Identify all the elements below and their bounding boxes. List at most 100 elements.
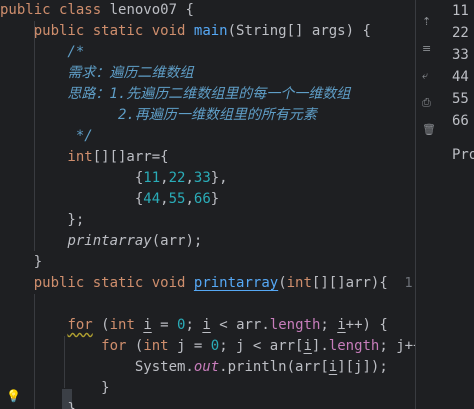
code-token: out: [193, 359, 220, 375]
code-token: ,: [185, 191, 194, 207]
code-token: ; j++) {: [379, 338, 415, 354]
code-token: 55: [168, 191, 186, 207]
code-token: 思路：1.先遍历二维数组里的每一个一维数组: [0, 86, 351, 102]
print-icon[interactable]: ⎙: [422, 97, 431, 109]
code-token: public: [0, 275, 93, 291]
code-line[interactable]: for (int j = 0; j < arr[i].length; j++) …: [0, 336, 415, 357]
code-token: [][]arr={: [92, 149, 169, 165]
code-token: };: [0, 212, 85, 228]
code-line[interactable]: /*: [0, 42, 84, 63]
code-token: 0: [210, 338, 220, 354]
code-line[interactable]: public class lenovo07 {: [0, 0, 194, 21]
lightbulb-icon[interactable]: 💡: [6, 389, 21, 403]
code-token: static: [92, 23, 152, 39]
code-token: i: [143, 317, 152, 333]
code-token: 11: [143, 170, 161, 186]
console-line: 66: [452, 113, 469, 129]
code-token: i: [202, 317, 211, 333]
code-token: ; j < arr[: [219, 338, 304, 354]
console-line: 33: [452, 47, 469, 63]
code-token: 2.再遍历一维数组里的所有元素: [0, 107, 317, 123]
code-token: 44: [143, 191, 161, 207]
wrap-icon[interactable]: ≡: [422, 43, 431, 55]
console-line: 11: [452, 3, 469, 19]
code-line[interactable]: for (int i = 0; i < arr.length; i++) {: [0, 315, 388, 336]
code-line[interactable]: {44,55,66}: [0, 189, 219, 210]
code-token: .println(arr[: [219, 359, 329, 375]
code-token: public: [0, 2, 60, 18]
code-token: length: [328, 338, 380, 354]
code-token: System.: [0, 359, 194, 375]
code-token: (: [92, 317, 110, 333]
code-token: },: [210, 170, 228, 186]
code-token: i: [328, 359, 338, 375]
code-token: < arr.: [210, 317, 270, 333]
run-console[interactable]: 11 22 33 44 55 66 Pro: [441, 0, 474, 409]
code-token: {: [0, 191, 144, 207]
code-token: =: [151, 317, 178, 333]
code-token: printarray: [193, 275, 279, 291]
console-line: Pro: [452, 147, 474, 163]
code-token: lenovo07 {: [109, 2, 194, 18]
code-token: ;: [320, 317, 338, 333]
code-line[interactable]: };: [0, 210, 84, 231]
console-line: 22: [452, 25, 469, 41]
soft-wrap-icon[interactable]: ⤶: [422, 70, 428, 82]
code-token: 需求：遍历二维数组: [0, 65, 194, 81]
usage-hint[interactable]: 1 usage: [405, 276, 415, 291]
trash-icon[interactable]: 🗑: [422, 124, 436, 136]
code-line[interactable]: }: [0, 252, 42, 273]
console-line: 55: [452, 91, 469, 107]
code-line[interactable]: System.out.println(arr[i][j]);: [0, 357, 388, 378]
code-token: (arr);: [151, 233, 203, 249]
code-token: for: [101, 338, 127, 354]
code-line[interactable]: 思路：1.先遍历二维数组里的每一个一维数组: [0, 84, 350, 105]
code-token: [][]arr){: [311, 275, 405, 291]
code-token: class: [59, 2, 110, 18]
code-token: ++) {: [345, 317, 388, 333]
code-line[interactable]: public static void printarray(int[][]arr…: [0, 273, 415, 294]
code-token: ][j]);: [337, 359, 388, 375]
code-line[interactable]: 需求：遍历二维数组: [0, 63, 193, 84]
code-token: ,: [185, 170, 194, 186]
code-line[interactable]: {11,22,33},: [0, 168, 228, 189]
code-token: /*: [0, 44, 85, 60]
code-token: int: [109, 317, 144, 333]
code-token: i: [337, 317, 346, 333]
code-token: i: [303, 338, 312, 354]
code-token: */: [0, 128, 93, 144]
code-line[interactable]: int[][]arr={: [0, 147, 169, 168]
code-token: j =: [177, 338, 211, 354]
code-token: }: [210, 191, 220, 207]
code-token: }: [0, 254, 43, 270]
code-token: {: [0, 170, 144, 186]
code-token: void: [151, 275, 194, 291]
code-line[interactable]: */: [0, 126, 93, 147]
code-token: ].: [311, 338, 329, 354]
scroll-up-icon[interactable]: ⇡: [422, 16, 431, 28]
code-token: public: [0, 23, 93, 39]
code-line[interactable]: public static void main(String[] args) {: [0, 21, 371, 42]
console-line: 44: [452, 69, 469, 85]
code-token: main: [193, 23, 228, 39]
code-token: void: [151, 23, 194, 39]
code-token: 33: [193, 170, 211, 186]
code-token: 66: [193, 191, 211, 207]
code-line[interactable]: printarray(arr);: [0, 231, 202, 252]
code-token: int: [286, 275, 312, 291]
code-token: length: [269, 317, 321, 333]
code-token: ,: [160, 170, 169, 186]
code-line[interactable]: 2.再遍历一维数组里的所有元素: [0, 105, 317, 126]
code-token: static: [92, 275, 152, 291]
console-toolbar: ⇡ ≡ ⤶ ⎙ 🗑: [416, 0, 440, 409]
code-token: ;: [185, 317, 203, 333]
code-token: (: [126, 338, 144, 354]
code-token: printarray: [67, 233, 152, 249]
code-token: for: [67, 317, 93, 333]
code-token: int: [0, 149, 93, 165]
code-token: ,: [160, 191, 169, 207]
code-editor[interactable]: public class lenovo07 { public static vo…: [0, 0, 415, 409]
